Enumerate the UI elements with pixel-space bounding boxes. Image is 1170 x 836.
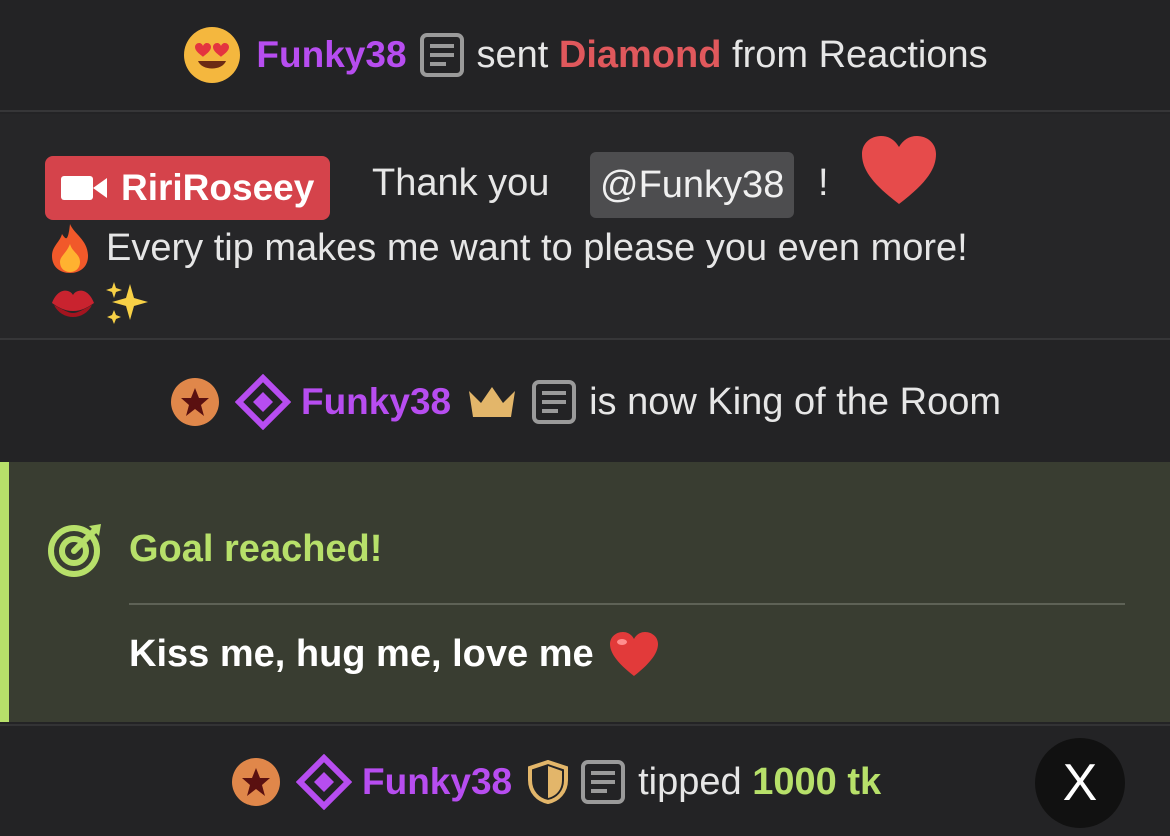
goal-text: Kiss me, hug me, love me (129, 632, 594, 675)
x-share-button[interactable]: X (1035, 738, 1125, 828)
goal-divider (129, 603, 1125, 605)
gift-name: Diamond (558, 33, 722, 76)
note-icon[interactable] (531, 379, 577, 425)
from-label: from Reactions (732, 33, 988, 76)
chat-message-tip: Funky38 tipped 1000 tk X (0, 724, 1170, 836)
tip-text: tipped 1000 tk (638, 761, 881, 804)
star-badge-icon (232, 758, 280, 806)
exclamation-text: ! (818, 162, 829, 204)
streamer-name: RiriRoseey (121, 167, 315, 208)
target-icon (48, 524, 101, 577)
shield-icon (528, 760, 569, 804)
sparkles-emoji-icon (106, 282, 148, 324)
red-heart-emoji-icon (609, 632, 658, 676)
king-text: is now King of the Room (589, 380, 1001, 423)
note-icon[interactable] (419, 32, 465, 78)
tipped-label: tipped (638, 760, 742, 803)
tip-amount: 1000 tk (752, 760, 882, 803)
message-text: sent Diamond from Reactions (477, 34, 988, 77)
message-line-2: Every tip makes me want to please you ev… (48, 222, 968, 274)
sent-label: sent (476, 33, 549, 76)
chat-message-king: Funky38 is now King of the Room (0, 342, 1170, 462)
note-icon[interactable] (580, 759, 626, 805)
goal-reached-panel: Goal reached! Kiss me, hug me, love me (0, 462, 1170, 722)
chat-message-streamer: RiriRoseey Thank you @Funky38 ! Every ti… (0, 114, 1170, 340)
tip-content: Funky38 tipped 1000 tk (230, 754, 881, 810)
username[interactable]: Funky38 (301, 381, 451, 423)
x-icon: X (1062, 754, 1098, 812)
goal-title: Goal reached! (129, 527, 383, 570)
chat-message-gift: Funky38 sent Diamond from Reactions (0, 0, 1170, 112)
goal-body: Kiss me, hug me, love me (129, 630, 660, 678)
username[interactable]: Funky38 (256, 34, 406, 76)
red-heart-icon (862, 136, 936, 204)
fire-emoji-icon (52, 224, 88, 273)
chat-feed: Funky38 sent Diamond from Reactions Riri… (0, 0, 1170, 836)
video-camera-icon (61, 176, 107, 200)
thanks-text: Thank you (372, 162, 550, 204)
message-line-3 (48, 280, 150, 326)
heart-eyes-emoji-icon (184, 27, 241, 83)
goal-header: Goal reached! (47, 520, 382, 578)
username[interactable]: Funky38 (362, 761, 512, 803)
mention-chip[interactable]: @Funky38 (590, 152, 795, 218)
crown-icon (469, 387, 516, 417)
diamond-icon (296, 754, 352, 810)
star-badge-icon (170, 378, 219, 426)
message-body: Every tip makes me want to please you ev… (106, 226, 968, 269)
diamond-icon (234, 374, 291, 430)
kiss-mark-emoji-icon (52, 290, 94, 317)
streamer-badge[interactable]: RiriRoseey (45, 156, 331, 220)
